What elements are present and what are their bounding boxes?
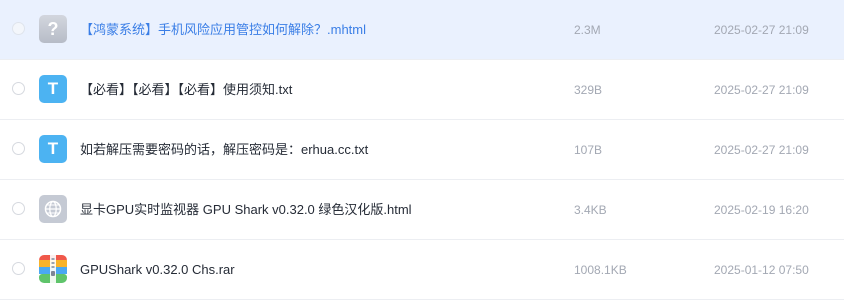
file-size: 3.4KB bbox=[574, 203, 607, 217]
file-row[interactable]: GPUShark v0.32.0 Chs.rar 1008.1KB 2025-0… bbox=[0, 240, 844, 300]
file-row[interactable]: 显卡GPU实时监视器 GPU Shark v0.32.0 绿色汉化版.html … bbox=[0, 180, 844, 240]
row-checkbox[interactable] bbox=[12, 82, 25, 95]
globe-icon bbox=[39, 195, 67, 223]
file-name[interactable]: GPUShark v0.32.0 Chs.rar bbox=[80, 240, 235, 300]
file-name[interactable]: 显卡GPU实时监视器 GPU Shark v0.32.0 绿色汉化版.html bbox=[80, 180, 412, 240]
file-row[interactable]: T 如若解压需要密码的话，解压密码是：erhua.cc.txt 107B 202… bbox=[0, 120, 844, 180]
text-file-icon: T bbox=[39, 75, 67, 103]
file-row[interactable]: ? 【鸿蒙系统】手机风险应用管控如何解除？.mhtml 2.3M 2025-02… bbox=[0, 0, 844, 60]
file-date: 2025-02-27 21:09 bbox=[714, 143, 809, 157]
file-date: 2025-01-12 07:50 bbox=[714, 263, 809, 277]
row-checkbox[interactable] bbox=[12, 22, 25, 35]
file-row[interactable]: T 【必看】【必看】【必看】使用须知.txt 329B 2025-02-27 2… bbox=[0, 60, 844, 120]
file-list: ? 【鸿蒙系统】手机风险应用管控如何解除？.mhtml 2.3M 2025-02… bbox=[0, 0, 844, 300]
file-size: 2.3M bbox=[574, 23, 601, 37]
file-size: 107B bbox=[574, 143, 603, 157]
file-size: 1008.1KB bbox=[574, 263, 627, 277]
file-name[interactable]: 【必看】【必看】【必看】使用须知.txt bbox=[80, 60, 292, 120]
file-size: 329B bbox=[574, 83, 603, 97]
text-file-icon: T bbox=[39, 135, 67, 163]
file-date: 2025-02-27 21:09 bbox=[714, 83, 809, 97]
file-name[interactable]: 【鸿蒙系统】手机风险应用管控如何解除？.mhtml bbox=[80, 0, 366, 60]
row-checkbox[interactable] bbox=[12, 142, 25, 155]
row-checkbox[interactable] bbox=[12, 262, 25, 275]
unknown-file-icon: ? bbox=[39, 15, 67, 43]
file-name[interactable]: 如若解压需要密码的话，解压密码是：erhua.cc.txt bbox=[80, 120, 368, 180]
row-checkbox[interactable] bbox=[12, 202, 25, 215]
file-date: 2025-02-19 16:20 bbox=[714, 203, 809, 217]
file-date: 2025-02-27 21:09 bbox=[714, 23, 809, 37]
archive-icon bbox=[39, 255, 67, 283]
